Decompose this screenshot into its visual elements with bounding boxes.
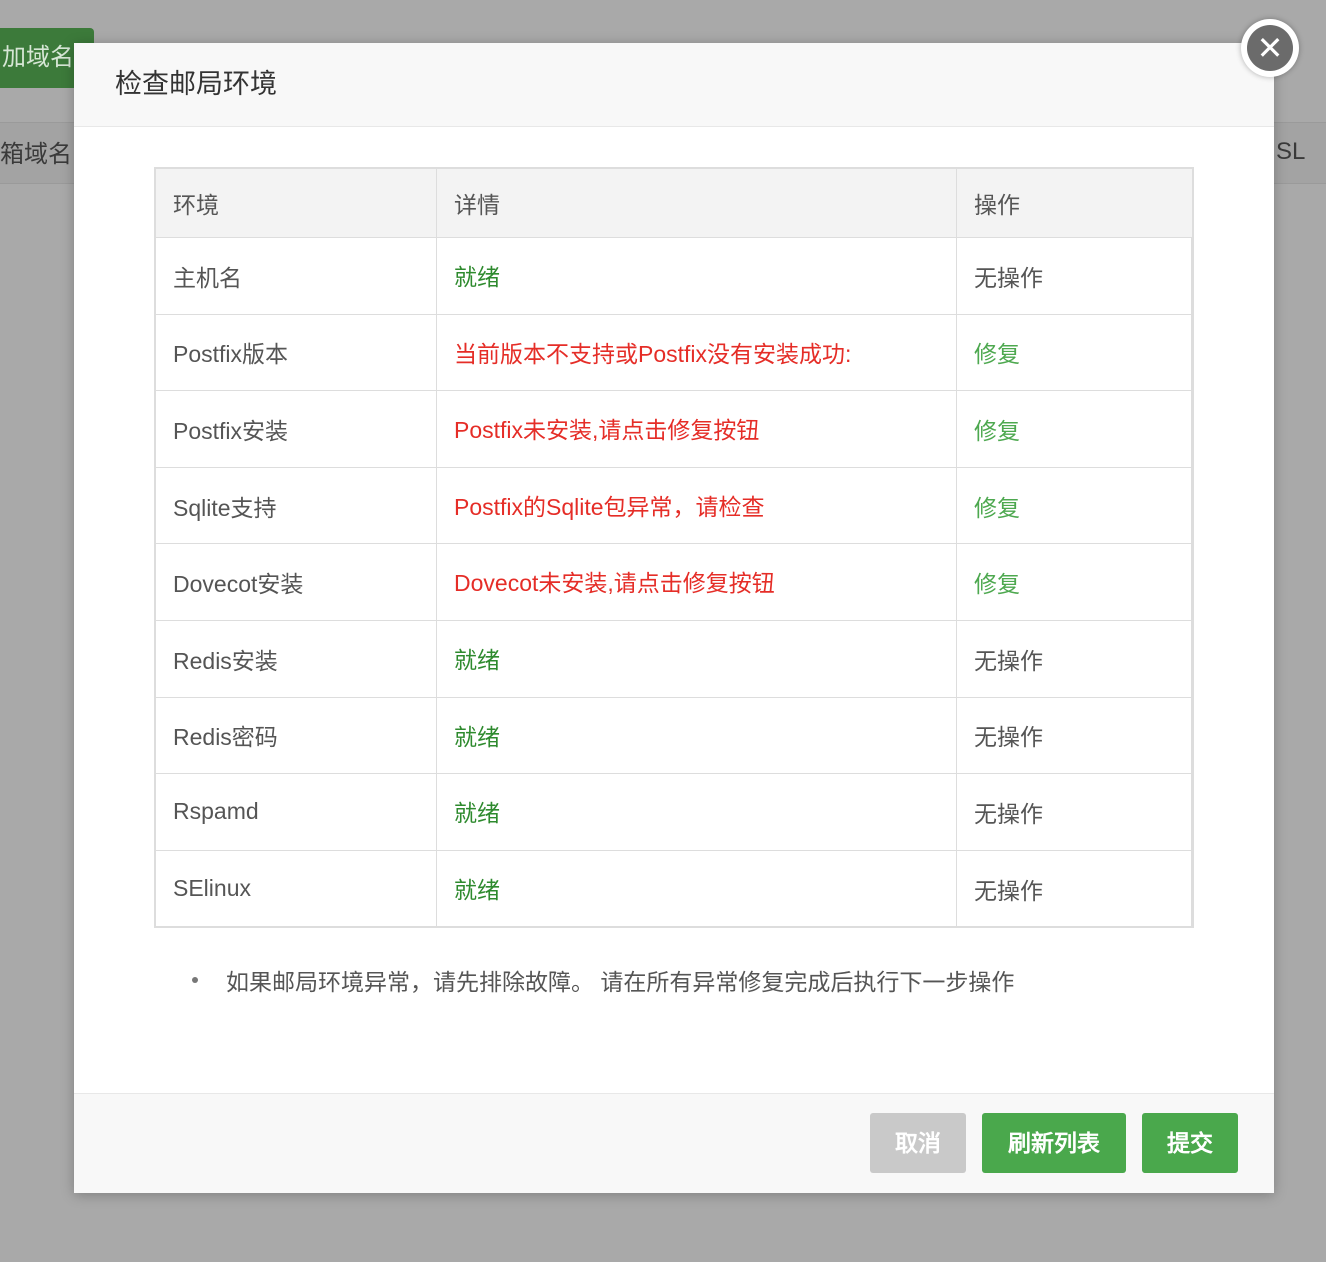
header-detail: 详情 xyxy=(436,168,957,238)
env-action: 无操作 xyxy=(956,696,1193,775)
env-name: Redis安装 xyxy=(155,619,437,698)
env-name: Dovecot安装 xyxy=(155,543,437,621)
env-detail: Postfix未安装,请点击修复按钮 xyxy=(436,390,957,468)
fix-link[interactable]: 修复 xyxy=(956,543,1193,621)
cancel-button[interactable]: 取消 xyxy=(870,1113,966,1173)
env-detail: 就绪 xyxy=(436,696,957,775)
table-row: Rspamd 就绪 无操作 xyxy=(155,773,1193,851)
table-row: Redis安装 就绪 无操作 xyxy=(155,619,1193,698)
env-action: 无操作 xyxy=(956,237,1193,315)
dialog-title: 检查邮局环境 xyxy=(115,69,277,99)
env-name: 主机名 xyxy=(155,237,437,315)
env-name: Redis密码 xyxy=(155,696,437,775)
env-detail: Postfix的Sqlite包异常，请检查 xyxy=(436,466,957,545)
env-detail: 就绪 xyxy=(436,237,957,315)
close-icon: ✕ xyxy=(1247,25,1293,71)
env-name: Rspamd xyxy=(155,773,437,851)
bullet-icon xyxy=(192,977,198,983)
table-row: Dovecot安装 Dovecot未安装,请点击修复按钮 修复 xyxy=(155,543,1193,621)
fix-link[interactable]: 修复 xyxy=(956,390,1193,468)
submit-button[interactable]: 提交 xyxy=(1142,1113,1238,1173)
table-row: Postfix版本 当前版本不支持或Postfix没有安装成功: 修复 xyxy=(155,313,1193,392)
env-name: Postfix安装 xyxy=(155,390,437,468)
env-action: 无操作 xyxy=(956,773,1193,851)
background-column-ssl: SL xyxy=(1276,138,1306,165)
fix-link[interactable]: 修复 xyxy=(956,466,1193,545)
header-environment: 环境 xyxy=(155,168,437,238)
env-action: 无操作 xyxy=(956,849,1193,928)
close-button[interactable]: ✕ xyxy=(1241,19,1299,77)
header-action: 操作 xyxy=(956,168,1193,238)
fix-link[interactable]: 修复 xyxy=(956,313,1193,392)
env-name: Postfix版本 xyxy=(155,313,437,392)
env-action: 无操作 xyxy=(956,619,1193,698)
table-header-row: 环境 详情 操作 xyxy=(155,168,1193,238)
dialog-footer: 取消 刷新列表 提交 xyxy=(74,1093,1274,1193)
env-detail: 就绪 xyxy=(436,619,957,698)
table-row: Sqlite支持 Postfix的Sqlite包异常，请检查 修复 xyxy=(155,466,1193,545)
table-row: Redis密码 就绪 无操作 xyxy=(155,696,1193,775)
background-column-domain: 箱域名 xyxy=(0,141,72,168)
environment-table: 环境 详情 操作 主机名 就绪 无操作 Postfix版本 当前版本不支持或Po… xyxy=(154,167,1194,929)
table-row: SElinux 就绪 无操作 xyxy=(155,849,1193,928)
check-mail-environment-dialog: 检查邮局环境 环境 详情 操作 主机名 就绪 无操作 Postfix版本 当前版… xyxy=(74,43,1274,1193)
env-detail: Dovecot未安装,请点击修复按钮 xyxy=(436,543,957,621)
env-name: SElinux xyxy=(155,849,437,928)
help-note-text: 如果邮局环境异常，请先排除故障。 请在所有异常修复完成后执行下一步操作 xyxy=(226,969,1015,995)
refresh-list-button[interactable]: 刷新列表 xyxy=(982,1113,1126,1173)
env-detail: 就绪 xyxy=(436,773,957,851)
env-name: Sqlite支持 xyxy=(155,466,437,545)
dialog-header: 检查邮局环境 xyxy=(74,43,1274,127)
table-row: Postfix安装 Postfix未安装,请点击修复按钮 修复 xyxy=(155,390,1193,468)
help-note: 如果邮局环境异常，请先排除故障。 请在所有异常修复完成后执行下一步操作 xyxy=(192,963,1014,997)
env-detail: 当前版本不支持或Postfix没有安装成功: xyxy=(436,313,957,392)
env-detail: 就绪 xyxy=(436,849,957,928)
table-row: 主机名 就绪 无操作 xyxy=(155,237,1193,315)
